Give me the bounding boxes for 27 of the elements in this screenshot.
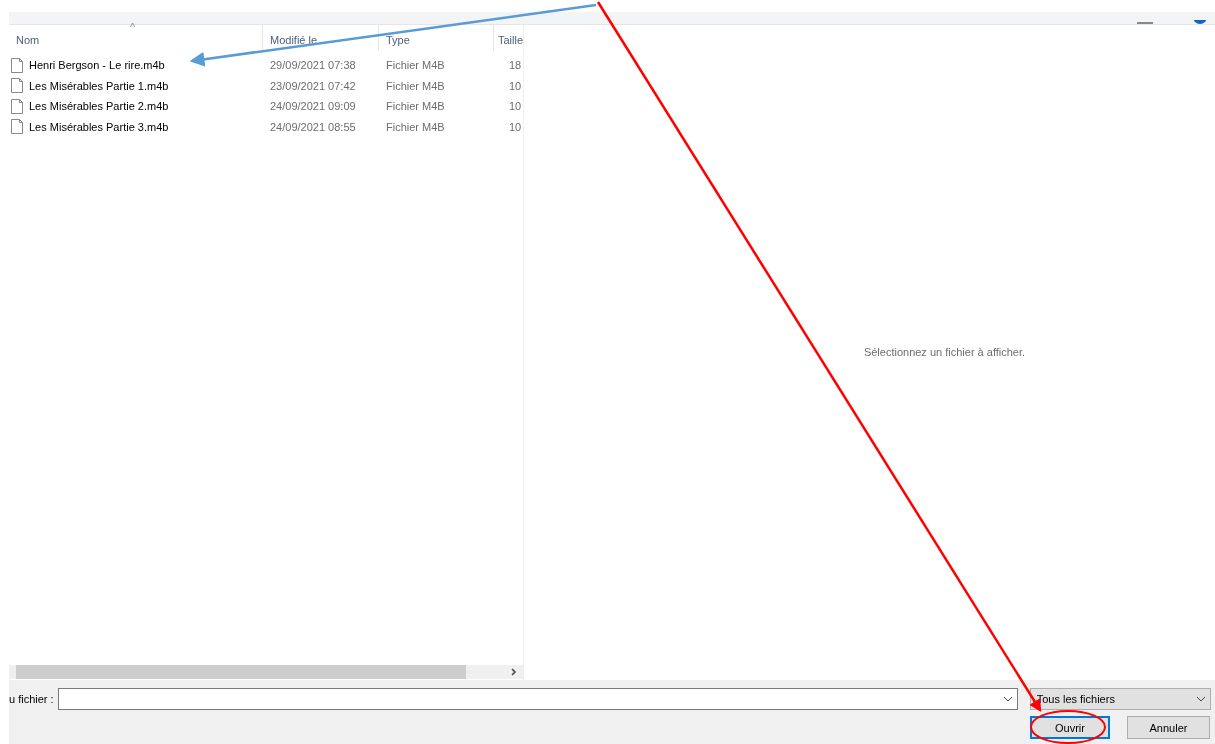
- dropdown-icon: [1002, 696, 1013, 702]
- file-name[interactable]: Les Misérables Partie 3.m4b: [9, 119, 263, 135]
- dropdown-icon: [1195, 696, 1206, 702]
- default-button[interactable]: Ouvrir: [1030, 716, 1110, 739]
- table-cell-text: Fichier M4B: [385, 100, 446, 113]
- file-type-dropdown[interactable]: Tous les fichiers: [1029, 688, 1211, 710]
- table-cell-text: 24/09/2021 09:09: [269, 100, 357, 113]
- table-cell-text: 18: [508, 59, 523, 72]
- table-cell-text: 10: [508, 120, 523, 133]
- table-cell-text: 29/09/2021 07:38: [269, 59, 357, 72]
- column-header[interactable]: Taille: [494, 25, 523, 51]
- file-name[interactable]: Les Misérables Partie 1.m4b: [9, 78, 263, 94]
- preview-message: Sélectionnez un fichier à afficher.: [863, 345, 1026, 358]
- table-cell-text: 24/09/2021 08:55: [269, 120, 357, 133]
- table-cell-text: 23/09/2021 07:42: [269, 79, 357, 92]
- dialog-button[interactable]: Annuler: [1127, 716, 1210, 739]
- table-cell-text: 10: [508, 100, 523, 113]
- filename-field[interactable]: [57, 688, 1018, 710]
- file-name[interactable]: Les Misérables Partie 2.m4b: [9, 98, 263, 114]
- table-cell-text: Fichier M4B: [385, 79, 446, 92]
- table-cell-text: 10: [508, 79, 523, 92]
- table-cell-text: Fichier M4B: [385, 120, 446, 133]
- scroll-right-icon[interactable]: [511, 668, 517, 676]
- column-header[interactable]: Type: [379, 25, 494, 51]
- table-cell-text: Fichier M4B: [385, 59, 446, 72]
- filename-label: u fichier :: [9, 693, 54, 705]
- file-name[interactable]: Henri Bergson - Le rire.m4b: [9, 57, 263, 73]
